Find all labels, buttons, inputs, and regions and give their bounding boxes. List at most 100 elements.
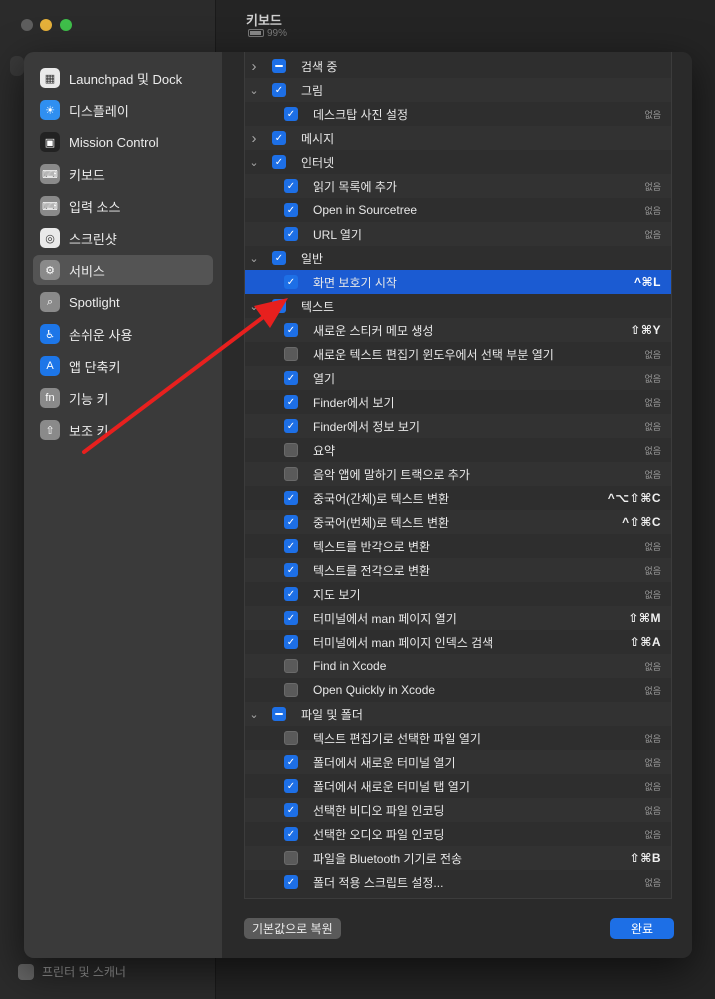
service-shortcut[interactable]: 없음 xyxy=(644,756,661,769)
service-checkbox[interactable] xyxy=(284,851,298,865)
chevron-right-icon[interactable]: › xyxy=(248,130,260,147)
service-checkbox[interactable] xyxy=(284,443,298,457)
service-checkbox[interactable]: ✓ xyxy=(284,227,298,241)
service-shortcut[interactable]: ⇧⌘M xyxy=(628,611,661,625)
service-row[interactable]: ✓ 중국어(번체)로 텍스트 변환 ^⇧⌘C xyxy=(245,510,671,534)
service-row[interactable]: ✓ Finder에서 보기 없음 xyxy=(245,390,671,414)
service-row[interactable]: ✓ 읽기 목록에 추가 없음 xyxy=(245,174,671,198)
sidebar-item-5[interactable]: ◎ 스크린샷 xyxy=(33,223,213,253)
service-row[interactable]: ✓ Open in Sourcetree 없음 xyxy=(245,198,671,222)
service-row[interactable]: ✓ 폴더에서 새로운 터미널 탭 열기 없음 xyxy=(245,774,671,798)
service-row[interactable]: 파일을 Bluetooth 기기로 전송 ⇧⌘B xyxy=(245,846,671,870)
service-row[interactable]: ✓ 새로운 스티커 메모 생성 ⇧⌘Y xyxy=(245,318,671,342)
service-row[interactable]: ✓ 터미널에서 man 페이지 인덱스 검색 ⇧⌘A xyxy=(245,630,671,654)
done-button[interactable]: 완료 xyxy=(610,918,674,939)
service-checkbox[interactable]: ✓ xyxy=(284,587,298,601)
service-shortcut[interactable]: 없음 xyxy=(644,420,661,433)
service-checkbox[interactable]: ✓ xyxy=(272,251,286,265)
service-checkbox[interactable]: ✓ xyxy=(284,371,298,385)
service-row[interactable]: ✓ 선택한 비디오 파일 인코딩 없음 xyxy=(245,798,671,822)
service-shortcut[interactable]: 없음 xyxy=(644,108,661,121)
service-row[interactable]: ✓ 텍스트를 전각으로 변환 없음 xyxy=(245,558,671,582)
service-shortcut[interactable]: 없음 xyxy=(644,828,661,841)
service-checkbox[interactable]: ✓ xyxy=(284,803,298,817)
service-shortcut[interactable]: 없음 xyxy=(644,396,661,409)
service-shortcut[interactable]: 없음 xyxy=(644,444,661,457)
service-row[interactable]: ⌄ ✓ 일반 xyxy=(245,246,671,270)
service-row[interactable]: ⌄ ✓ 인터넷 xyxy=(245,150,671,174)
service-row[interactable]: ⌄ ✓ 그림 xyxy=(245,78,671,102)
service-row[interactable]: ✓ 중국어(간체)로 텍스트 변환 ^⌥⇧⌘C xyxy=(245,486,671,510)
services-list[interactable]: › 검색 중 ⌄ ✓ 그림 ✓ 데스크탑 사진 설정 없음 › ✓ 메시지 ⌄ ✓ 인터넷 ✓ 읽기 목록에 … xyxy=(244,52,672,899)
service-checkbox[interactable]: ✓ xyxy=(284,827,298,841)
service-checkbox[interactable]: ✓ xyxy=(284,755,298,769)
service-checkbox[interactable]: ✓ xyxy=(284,491,298,505)
service-shortcut[interactable]: 없음 xyxy=(644,180,661,193)
service-shortcut[interactable]: ⇧⌘A xyxy=(630,635,661,649)
service-checkbox[interactable]: ✓ xyxy=(284,419,298,433)
service-checkbox[interactable]: ✓ xyxy=(284,275,298,289)
service-checkbox[interactable] xyxy=(284,731,298,745)
service-row[interactable]: ✓ 열기 없음 xyxy=(245,366,671,390)
service-row[interactable]: ⌄ ✓ 텍스트 xyxy=(245,294,671,318)
service-shortcut[interactable]: ⇧⌘Y xyxy=(630,323,661,337)
sidebar-item-printers[interactable]: 프린터 및 스캐너 xyxy=(18,963,126,980)
service-row[interactable]: ✓ 터미널에서 man 페이지 열기 ⇧⌘M xyxy=(245,606,671,630)
service-checkbox[interactable] xyxy=(272,59,286,73)
sidebar-item-0[interactable]: ▦ Launchpad 및 Dock xyxy=(33,63,213,93)
service-shortcut[interactable]: 없음 xyxy=(644,540,661,553)
service-shortcut[interactable]: 없음 xyxy=(644,564,661,577)
chevron-right-icon[interactable]: › xyxy=(248,58,260,75)
sidebar-item-10[interactable]: fn 기능 키 xyxy=(33,383,213,413)
service-row[interactable]: ✓ 폴더 적용 스크립트 설정... 없음 xyxy=(245,870,671,894)
service-shortcut[interactable]: 없음 xyxy=(644,804,661,817)
service-row[interactable]: ✓ 폴더에서 새로운 터미널 열기 없음 xyxy=(245,750,671,774)
service-shortcut[interactable]: 없음 xyxy=(644,204,661,217)
service-checkbox[interactable]: ✓ xyxy=(284,875,298,889)
service-checkbox[interactable]: ✓ xyxy=(284,539,298,553)
close-window-button[interactable] xyxy=(21,19,33,31)
service-row[interactable]: Find in Xcode 없음 xyxy=(245,654,671,678)
service-row[interactable]: 텍스트 편집기로 선택한 파일 열기 없음 xyxy=(245,726,671,750)
service-checkbox[interactable]: ✓ xyxy=(284,563,298,577)
service-shortcut[interactable]: 없음 xyxy=(644,780,661,793)
service-checkbox[interactable]: ✓ xyxy=(284,635,298,649)
service-shortcut[interactable]: 없음 xyxy=(644,468,661,481)
service-row[interactable]: ✓ 화면 보호기 시작 ^⌘L xyxy=(245,270,671,294)
service-row[interactable]: ✓ 데스크탑 사진 설정 없음 xyxy=(245,102,671,126)
service-shortcut[interactable]: ^⌘L xyxy=(634,275,661,289)
service-row[interactable]: ✓ 텍스트를 반각으로 변환 없음 xyxy=(245,534,671,558)
sidebar-item-1[interactable]: ☀ 디스플레이 xyxy=(33,95,213,125)
service-row[interactable]: ⌄ 파일 및 폴더 xyxy=(245,702,671,726)
service-checkbox[interactable]: ✓ xyxy=(272,131,286,145)
service-checkbox[interactable]: ✓ xyxy=(284,107,298,121)
service-checkbox[interactable]: ✓ xyxy=(284,779,298,793)
service-row[interactable]: ✓ URL 열기 없음 xyxy=(245,222,671,246)
service-row[interactable]: 음악 앱에 말하기 트랙으로 추가 없음 xyxy=(245,462,671,486)
service-row[interactable]: 요약 없음 xyxy=(245,438,671,462)
service-checkbox[interactable]: ✓ xyxy=(272,155,286,169)
service-checkbox[interactable]: ✓ xyxy=(272,83,286,97)
service-shortcut[interactable]: 없음 xyxy=(644,660,661,673)
chevron-down-icon[interactable]: ⌄ xyxy=(248,300,260,313)
sidebar-item-11[interactable]: ⇧ 보조 키 xyxy=(33,415,213,445)
service-row[interactable]: › 검색 중 xyxy=(245,54,671,78)
service-checkbox[interactable]: ✓ xyxy=(284,203,298,217)
chevron-down-icon[interactable]: ⌄ xyxy=(248,84,260,97)
chevron-down-icon[interactable]: ⌄ xyxy=(248,708,260,721)
service-shortcut[interactable]: 없음 xyxy=(644,372,661,385)
service-checkbox[interactable]: ✓ xyxy=(284,611,298,625)
service-row[interactable]: Open Quickly in Xcode 없음 xyxy=(245,678,671,702)
zoom-window-button[interactable] xyxy=(60,19,72,31)
restore-defaults-button[interactable]: 기본값으로 복원 xyxy=(244,918,341,939)
chevron-down-icon[interactable]: ⌄ xyxy=(248,156,260,169)
sidebar-item-4[interactable]: ⌨ 입력 소스 xyxy=(33,191,213,221)
minimize-window-button[interactable] xyxy=(40,19,52,31)
service-row[interactable]: ✓ 선택한 오디오 파일 인코딩 없음 xyxy=(245,822,671,846)
service-checkbox[interactable] xyxy=(284,467,298,481)
sidebar-item-3[interactable]: ⌨ 키보드 xyxy=(33,159,213,189)
service-row[interactable]: ✓ 지도 보기 없음 xyxy=(245,582,671,606)
service-row[interactable]: ✓ Finder에서 정보 보기 없음 xyxy=(245,414,671,438)
service-row[interactable]: › ✓ 메시지 xyxy=(245,126,671,150)
service-shortcut[interactable]: ^⌥⇧⌘C xyxy=(608,491,661,505)
